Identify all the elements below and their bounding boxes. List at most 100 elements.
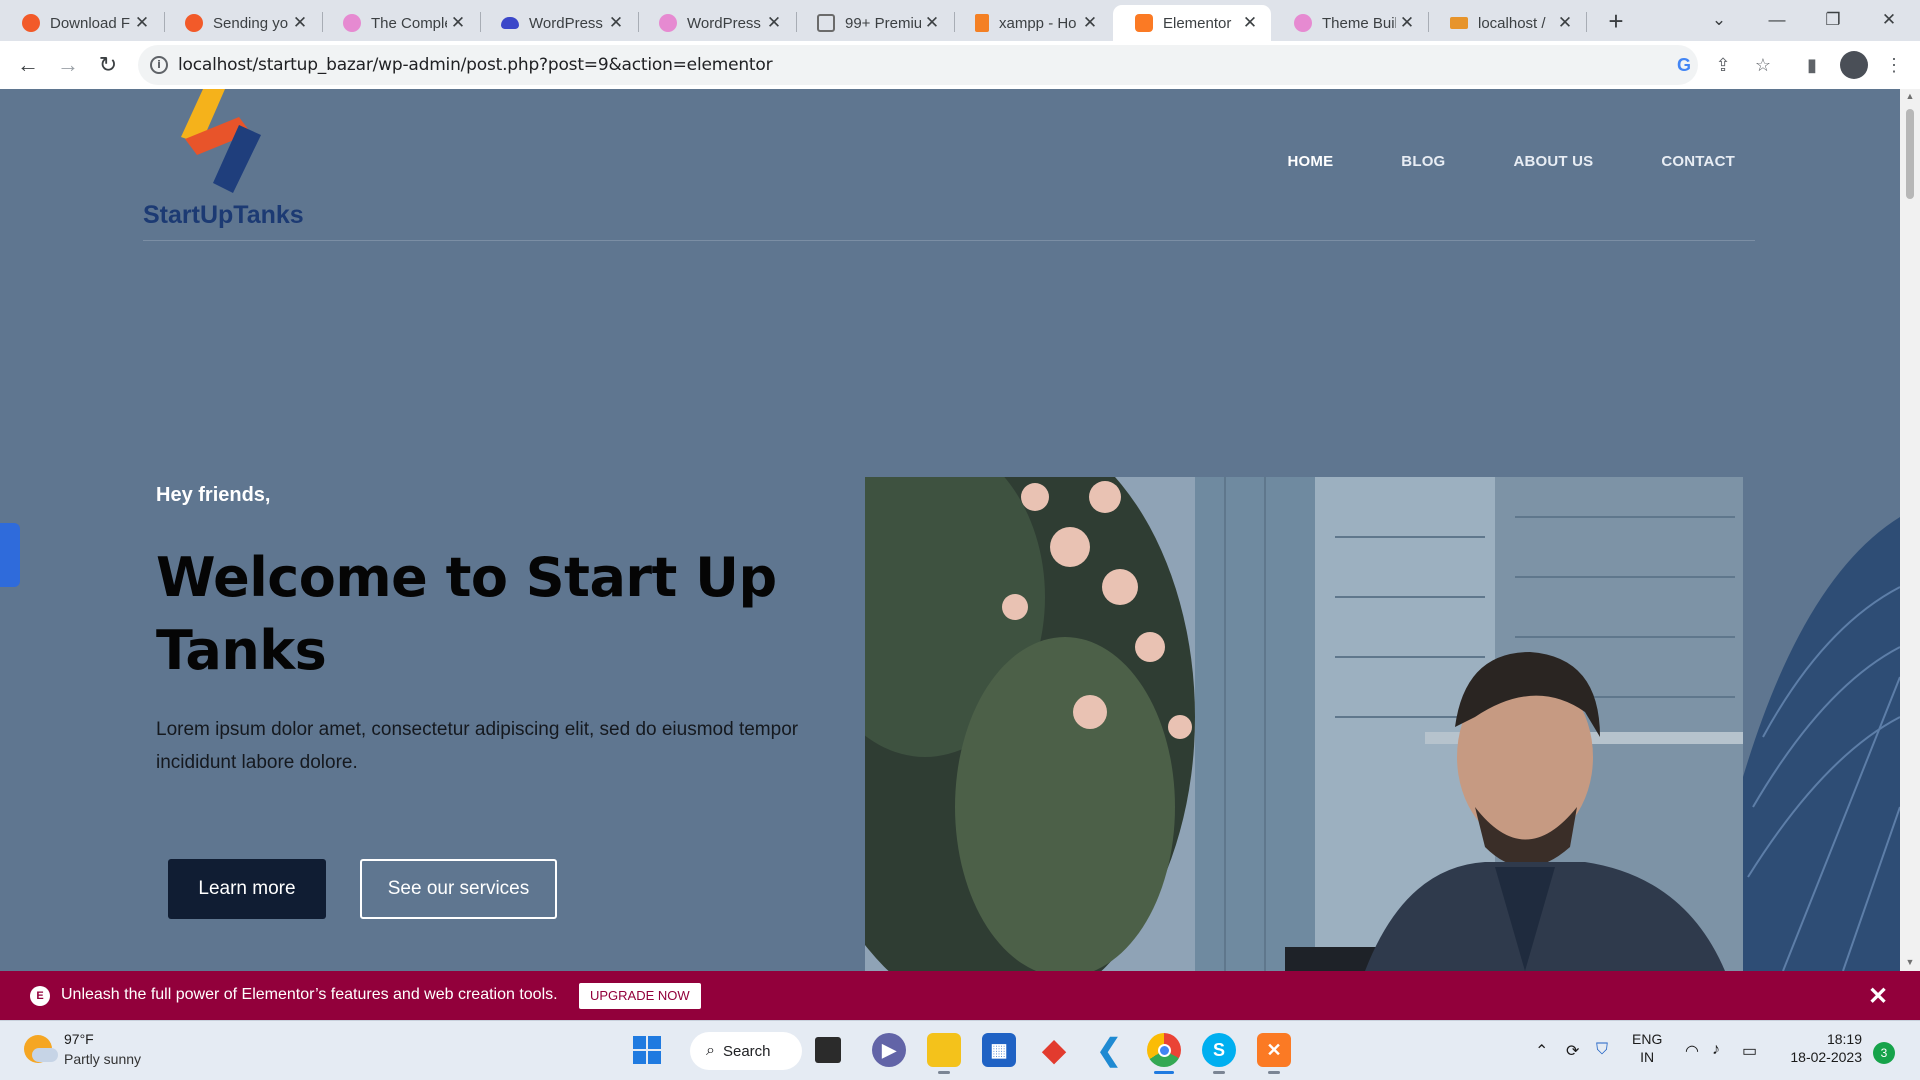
close-icon[interactable]: ✕	[763, 13, 785, 33]
new-tab-button[interactable]: +	[1600, 6, 1632, 38]
address-bar[interactable]: i localhost/startup_bazar/wp-admin/post.…	[138, 45, 1698, 85]
tab-title: Sending yo	[213, 14, 289, 32]
battery-icon[interactable]: ▭	[1742, 1041, 1757, 1061]
browser-tab[interactable]: Sending yo ✕	[163, 5, 321, 41]
site-info-icon[interactable]: i	[150, 56, 168, 74]
wifi-icon[interactable]: ◠	[1685, 1041, 1699, 1061]
tab-title: xampp - Ho	[999, 14, 1077, 32]
hero-description-line: incididunt labore dolore.	[156, 752, 358, 773]
close-icon[interactable]: ✕	[131, 13, 153, 33]
teams-chat-icon[interactable]: ▶	[872, 1033, 906, 1067]
minimize-button[interactable]: —	[1754, 4, 1800, 36]
learn-more-button[interactable]: Learn more	[168, 859, 326, 919]
tab-title: 99+ Premiu	[845, 14, 921, 32]
elementor-orange-icon	[185, 14, 203, 32]
weather-temperature: 97°F	[64, 1031, 94, 1047]
bookmark-star-icon[interactable]: ☆	[1751, 53, 1775, 77]
browser-tab[interactable]: Download F ✕	[0, 5, 163, 41]
page-scrollbar[interactable]: ▲ ▼	[1900, 89, 1920, 971]
site-logo[interactable]: StartUpTanks	[143, 89, 304, 239]
anydesk-icon[interactable]: ◆	[1037, 1033, 1071, 1067]
volume-icon[interactable]: ♪	[1712, 1041, 1720, 1059]
scroll-down-arrow[interactable]: ▼	[1905, 957, 1915, 967]
browser-tab[interactable]: localhost / ✕	[1428, 5, 1586, 41]
menu-item-blog[interactable]: BLOG	[1401, 153, 1445, 170]
task-view-icon[interactable]	[815, 1037, 841, 1063]
site-header: StartUpTanks HOME BLOG ABOUT US CONTACT	[143, 89, 1755, 241]
close-icon[interactable]: ✕	[921, 13, 943, 33]
restore-button[interactable]: ❐	[1810, 4, 1856, 36]
windows-start-icon[interactable]	[630, 1033, 664, 1067]
language-indicator[interactable]: ENG IN	[1632, 1031, 1662, 1065]
cloud-icon	[32, 1048, 58, 1062]
vscode-icon[interactable]: ❮	[1092, 1033, 1126, 1067]
reload-button[interactable]: ↻	[92, 49, 124, 81]
elementor-icon: E	[30, 986, 50, 1006]
app-running-indicator	[938, 1071, 950, 1074]
clock[interactable]: 18:19 18-02-2023	[1780, 1031, 1862, 1065]
close-icon[interactable]: ✕	[1239, 13, 1261, 33]
close-icon[interactable]: ✕	[1079, 13, 1101, 33]
close-icon[interactable]: ✕	[447, 13, 469, 33]
profile-avatar[interactable]	[1840, 51, 1868, 79]
hero-description-line: Lorem ipsum dolor amet, consectetur adip…	[156, 719, 799, 740]
upgrade-now-button[interactable]: UPGRADE NOW	[579, 983, 701, 1009]
windows-taskbar: 97°F Partly sunny ⌕ Search ▶ ▦ ◆ ❮ S ✕ ⌃…	[0, 1020, 1920, 1080]
see-services-button[interactable]: See our services	[360, 859, 557, 919]
close-icon[interactable]: ✕	[1554, 13, 1576, 33]
browser-tab[interactable]: xampp - Ho ✕	[953, 5, 1111, 41]
browser-tab[interactable]: WordPress ✕	[637, 5, 795, 41]
url-text[interactable]: localhost/startup_bazar/wp-admin/post.ph…	[178, 55, 773, 75]
page-viewport: StartUpTanks HOME BLOG ABOUT US CONTACT …	[0, 89, 1900, 971]
taskbar-search[interactable]: ⌕ Search	[690, 1032, 802, 1070]
scrollbar-thumb[interactable]	[1906, 109, 1914, 199]
browser-tab[interactable]: WordPress ✕	[479, 5, 637, 41]
chevron-up-icon[interactable]: ⌃	[1535, 1041, 1548, 1061]
google-icon[interactable]: G	[1672, 53, 1696, 77]
scroll-up-arrow[interactable]: ▲	[1905, 91, 1915, 101]
more-menu-icon[interactable]: ⋮	[1882, 53, 1906, 77]
hero-title-line: Tanks	[156, 619, 327, 682]
phpmyadmin-icon	[1450, 17, 1468, 29]
menu-item-home[interactable]: HOME	[1287, 153, 1333, 170]
promo-message: Unleash the full power of Elementor’s fe…	[61, 986, 558, 1003]
notification-badge[interactable]: 3	[1873, 1042, 1895, 1064]
share-icon[interactable]: ⇪	[1711, 53, 1735, 77]
close-icon[interactable]: ✕	[1396, 13, 1418, 33]
file-explorer-icon[interactable]	[927, 1033, 961, 1067]
close-icon[interactable]: ✕	[605, 13, 627, 33]
clock-date: 18-02-2023	[1790, 1049, 1862, 1065]
menu-item-about-us[interactable]: ABOUT US	[1513, 153, 1593, 170]
browser-tab[interactable]: Theme Buil ✕	[1272, 5, 1428, 41]
chrome-icon[interactable]	[1147, 1033, 1181, 1067]
hero-title-line: Welcome to Start Up	[156, 546, 777, 609]
background-building-image	[1743, 477, 1900, 971]
stackoverflow-icon	[975, 14, 989, 32]
elementor-panel-toggle[interactable]	[0, 523, 20, 587]
security-shield-icon[interactable]: ⛉	[1596, 1041, 1608, 1059]
side-panel-icon[interactable]: ▮	[1800, 53, 1824, 77]
browser-tab[interactable]: 99+ Premiu ✕	[795, 5, 953, 41]
browser-tab-active[interactable]: Elementor ✕	[1113, 5, 1271, 41]
clock-time: 18:19	[1826, 1031, 1862, 1047]
close-icon[interactable]: ✕	[289, 13, 311, 33]
browser-toolbar: ← → ↻ i localhost/startup_bazar/wp-admin…	[0, 41, 1920, 89]
close-icon[interactable]: ✕	[1868, 982, 1888, 1011]
tab-title: Download F	[50, 14, 131, 32]
app-running-indicator	[1268, 1071, 1280, 1074]
back-button[interactable]: ←	[12, 49, 44, 81]
menu-item-contact[interactable]: CONTACT	[1661, 153, 1735, 170]
language-code: ENG	[1632, 1031, 1663, 1047]
app-active-indicator	[1154, 1071, 1174, 1074]
sync-icon[interactable]: ⟳	[1566, 1041, 1579, 1061]
box-icon	[817, 14, 835, 32]
microsoft-store-icon[interactable]: ▦	[982, 1033, 1016, 1067]
forward-button[interactable]: →	[52, 49, 84, 81]
skype-icon[interactable]: S	[1202, 1033, 1236, 1067]
close-window-button[interactable]: ✕	[1866, 4, 1912, 36]
cloud-icon	[501, 17, 519, 29]
browser-tab[interactable]: The Comple ✕	[321, 5, 479, 41]
hero-title: Welcome to Start Up Tanks	[156, 541, 856, 687]
tab-search-button[interactable]: ⌄	[1696, 4, 1742, 36]
xampp-icon[interactable]: ✕	[1257, 1033, 1291, 1067]
